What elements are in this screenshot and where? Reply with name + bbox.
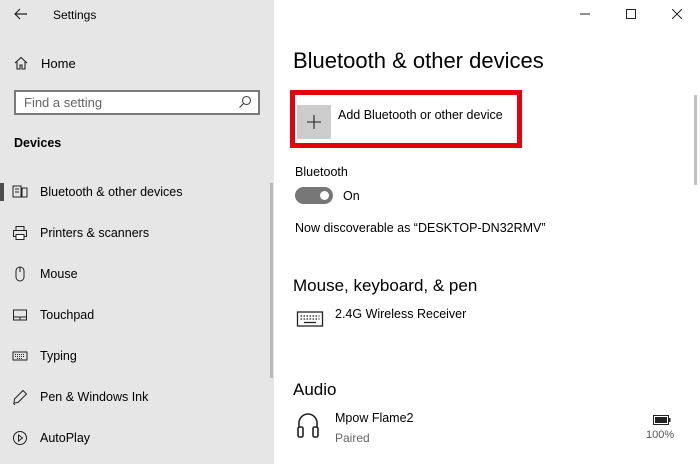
search-box (14, 90, 260, 115)
sidebar-item-label: Pen & Windows Ink (40, 390, 149, 404)
back-arrow-icon (14, 8, 27, 20)
sidebar-item-label: AutoPlay (40, 431, 91, 445)
sidebar: Settings Home Devices Bluetooth & other … (0, 0, 274, 464)
close-icon (672, 9, 682, 19)
headphones-icon (296, 411, 320, 444)
sidebar-item-printers[interactable]: Printers & scanners (0, 213, 274, 254)
sidebar-item-mouse[interactable]: Mouse (0, 254, 274, 295)
toggle-knob (320, 191, 329, 200)
sidebar-item-bluetooth[interactable]: Bluetooth & other devices (0, 172, 274, 213)
discoverable-text: Now discoverable as “DESKTOP-DN32RMV” (295, 221, 546, 235)
battery-percent: 100% (646, 429, 675, 441)
touchpad-icon (12, 307, 28, 323)
sidebar-scrollbar[interactable] (270, 183, 273, 378)
bluetooth-toggle[interactable] (295, 187, 333, 204)
keyboard-icon (296, 307, 324, 334)
minimize-button[interactable] (562, 0, 608, 28)
sidebar-home[interactable]: Home (0, 50, 274, 76)
pen-icon (12, 389, 28, 405)
active-indicator (0, 183, 4, 201)
back-button[interactable] (10, 4, 32, 24)
sidebar-nav: Bluetooth & other devices Printers & sca… (0, 172, 274, 459)
search-input[interactable] (16, 92, 226, 113)
bluetooth-devices-icon (12, 184, 28, 200)
sidebar-item-pen[interactable]: Pen & Windows Ink (0, 377, 274, 418)
close-button[interactable] (654, 0, 700, 28)
battery-icon (653, 412, 671, 430)
mouse-icon (12, 266, 28, 282)
sidebar-item-touchpad[interactable]: Touchpad (0, 295, 274, 336)
main-content: Bluetooth & other devices Add Bluetooth … (274, 0, 700, 464)
maximize-icon (626, 9, 636, 19)
bluetooth-label: Bluetooth (295, 165, 348, 179)
sidebar-item-label: Bluetooth & other devices (40, 185, 183, 199)
main-scrollbar[interactable] (694, 95, 697, 185)
add-device-label: Add Bluetooth or other device (338, 108, 503, 122)
autoplay-icon (12, 430, 28, 446)
mouse-keyboard-pen-heading: Mouse, keyboard, & pen (293, 276, 478, 295)
sidebar-item-autoplay[interactable]: AutoPlay (0, 418, 274, 459)
sidebar-item-label: Printers & scanners (40, 226, 150, 240)
add-device-button[interactable]: Add Bluetooth or other device (290, 90, 522, 148)
audio-heading: Audio (293, 380, 337, 399)
plus-icon (297, 105, 331, 139)
device-name: Mpow Flame2 (335, 411, 414, 425)
sidebar-item-label: Typing (40, 349, 77, 363)
app-title: Settings (53, 8, 97, 22)
bluetooth-toggle-state: On (343, 189, 360, 203)
page-title: Bluetooth & other devices (293, 48, 544, 73)
device-status: Paired (335, 431, 370, 445)
device-name: 2.4G Wireless Receiver (335, 307, 467, 321)
minimize-icon (580, 13, 590, 15)
sidebar-item-label: Mouse (40, 267, 78, 281)
sidebar-item-typing[interactable]: Typing (0, 336, 274, 377)
section-label: Devices (14, 136, 62, 150)
search-icon[interactable] (238, 95, 252, 114)
keyboard-icon (12, 348, 28, 364)
home-icon (13, 55, 29, 76)
window-controls (562, 0, 700, 30)
battery-indicator: 100% (644, 412, 684, 442)
maximize-button[interactable] (608, 0, 654, 28)
sidebar-item-label: Touchpad (40, 308, 95, 322)
home-label: Home (41, 56, 76, 71)
printer-icon (12, 225, 28, 241)
